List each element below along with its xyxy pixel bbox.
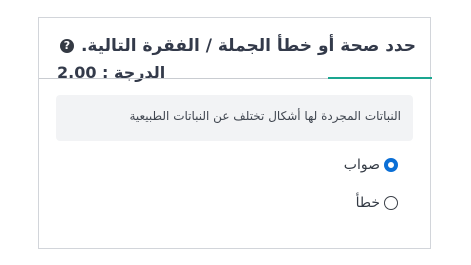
header-divider: [39, 78, 328, 79]
header-accent-divider: [328, 77, 432, 79]
option-true-label[interactable]: صواب: [344, 157, 380, 173]
option-true[interactable]: صواب: [344, 157, 398, 173]
question-title-text: حدد صحة أو خطأ الجملة / الفقرة التالية.: [80, 36, 416, 56]
option-false[interactable]: خطأ: [356, 195, 398, 211]
question-circle-icon[interactable]: ?: [59, 39, 74, 53]
statement-text: النباتات المجردة لها أشكال تختلف عن النب…: [129, 109, 401, 123]
question-card: حدد صحة أو خطأ الجملة / الفقرة التالية. …: [38, 17, 432, 249]
question-grade: الدرجة : 2.00: [57, 63, 166, 82]
question-title: حدد صحة أو خطأ الجملة / الفقرة التالية. …: [59, 36, 416, 56]
radio-false[interactable]: [384, 196, 398, 210]
radio-true[interactable]: [384, 158, 398, 172]
statement-box: النباتات المجردة لها أشكال تختلف عن النب…: [56, 95, 413, 141]
option-false-label[interactable]: خطأ: [356, 195, 380, 211]
